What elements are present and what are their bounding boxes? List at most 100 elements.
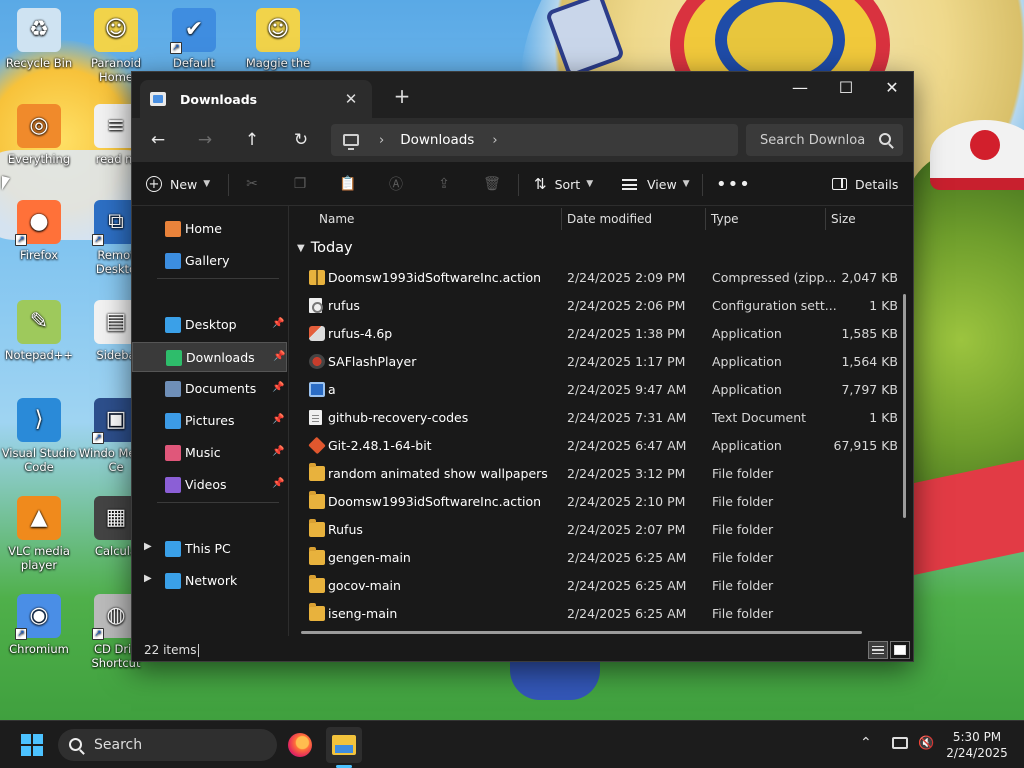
- file-row[interactable]: github-recovery-codes 2/24/2025 7:31 AM Te…: [289, 404, 901, 432]
- file-row[interactable]: iseng-main 2/24/2025 6:25 AM File folder: [289, 600, 901, 628]
- desktop-icon[interactable]: ⟩ Visual Studio Code: [0, 398, 79, 474]
- taskbar-firefox[interactable]: [282, 727, 318, 763]
- windows-logo-icon: [21, 734, 31, 744]
- file-row[interactable]: rufus 2/24/2025 2:06 PM Configuration sett…: [289, 292, 901, 320]
- new-tab-button[interactable]: +: [388, 84, 416, 108]
- desktop-icon[interactable]: ✔ ↗ Default: [154, 8, 234, 70]
- view-button[interactable]: View ▼: [622, 168, 690, 200]
- computer-icon[interactable]: [343, 134, 359, 150]
- plus-circle-icon: +: [146, 176, 162, 192]
- sidebar-item-desktop[interactable]: Desktop 📌: [132, 310, 287, 340]
- column-divider[interactable]: [825, 208, 826, 230]
- file-row[interactable]: SAFlashPlayer 2/24/2025 1:17 PM Applicatio…: [289, 348, 901, 376]
- sidebar-item-label: Videos: [185, 477, 227, 492]
- start-button[interactable]: [21, 734, 43, 756]
- search-input[interactable]: [760, 132, 870, 148]
- sidebar-item-network[interactable]: ▶ Network: [132, 566, 287, 596]
- search-icon[interactable]: [879, 133, 891, 145]
- vlc-icon: ▲: [17, 496, 61, 540]
- desktop-icon[interactable]: ◉ ↗ Chromium: [0, 594, 79, 656]
- file-type: File folder: [712, 578, 774, 593]
- file-type: File folder: [712, 606, 774, 621]
- forward-button[interactable]: →: [189, 126, 221, 154]
- breadcrumb-chevron-icon[interactable]: ›: [379, 133, 384, 148]
- sidebar-item-videos[interactable]: Videos 📌: [132, 470, 287, 500]
- new-button[interactable]: + New ▼: [146, 168, 210, 200]
- details-view-button[interactable]: [868, 641, 888, 659]
- pin-icon: 📌: [272, 318, 285, 329]
- taskbar-search[interactable]: Search: [58, 729, 277, 761]
- vertical-scrollbar[interactable]: [903, 294, 906, 518]
- firefox-icon: ● ↗: [15, 200, 61, 246]
- maximize-button[interactable]: ☐: [823, 72, 869, 102]
- file-row[interactable]: random animated show wallpapers 2/24/2025…: [289, 460, 901, 488]
- details-pane-button[interactable]: Details: [832, 168, 898, 200]
- windows-logo-icon: [21, 746, 31, 756]
- sort-button[interactable]: ⇅ Sort ▼: [534, 168, 593, 200]
- group-header-today[interactable]: ▼ Today: [297, 240, 353, 256]
- column-header-date[interactable]: Date modified: [567, 212, 652, 226]
- file-row[interactable]: Doomsw1993idSoftwareInc.action 2/24/2025 …: [289, 264, 901, 292]
- chevron-right-icon[interactable]: ▶: [144, 541, 152, 552]
- file-row[interactable]: rufus-4.6p 2/24/2025 1:38 PM Application 1,…: [289, 320, 901, 348]
- file-row[interactable]: gengen-main 2/24/2025 6:25 AM File folder: [289, 544, 901, 572]
- back-button[interactable]: ←: [142, 126, 174, 154]
- sidebar-item-music[interactable]: Music 📌: [132, 438, 287, 468]
- refresh-button[interactable]: ↻: [285, 126, 317, 154]
- search-box[interactable]: [746, 124, 903, 156]
- videos-folder-icon: [165, 477, 181, 493]
- breadcrumb-downloads[interactable]: Downloads: [400, 132, 474, 148]
- file-row[interactable]: Rufus 2/24/2025 2:07 PM File folder: [289, 516, 901, 544]
- file-row[interactable]: Doomsw1993idSoftwareInc.action 2/24/2025 …: [289, 488, 901, 516]
- rename-icon[interactable]: Ⓐ: [386, 174, 406, 194]
- desktop-icon[interactable]: ▲ VLC media player: [0, 496, 79, 572]
- file-row[interactable]: gocov-main 2/24/2025 6:25 AM File folder: [289, 572, 901, 600]
- desktop-icon[interactable]: ♻ Recycle Bin: [0, 8, 79, 70]
- column-header-name[interactable]: Name: [319, 212, 354, 226]
- column-header-type[interactable]: Type: [711, 212, 739, 226]
- sidebar-item-documents[interactable]: Documents 📌: [132, 374, 287, 404]
- column-divider[interactable]: [561, 208, 562, 230]
- sidebar-item-home[interactable]: Home: [132, 214, 287, 244]
- column-divider[interactable]: [705, 208, 706, 230]
- system-clock[interactable]: 5:30 PM 2/24/2025: [940, 729, 1014, 761]
- paste-icon[interactable]: 📋: [338, 174, 358, 194]
- file-name: gocov-main: [328, 578, 401, 593]
- up-button[interactable]: ↑: [236, 126, 268, 154]
- desktop-icon[interactable]: ● ↗ Firefox: [0, 200, 79, 262]
- chevron-right-icon[interactable]: ▶: [144, 573, 152, 584]
- sidebar-item-downloads[interactable]: Downloads 📌: [132, 342, 287, 372]
- close-window-button[interactable]: ✕: [869, 72, 915, 102]
- file-date-modified: 2/24/2025 1:17 PM: [567, 354, 686, 369]
- tab-downloads[interactable]: Downloads ✕: [140, 80, 372, 118]
- large-icons-view-button[interactable]: [890, 641, 910, 659]
- column-header-size[interactable]: Size: [831, 212, 856, 226]
- address-bar[interactable]: › Downloads ›: [331, 124, 738, 156]
- tab-close-button[interactable]: ✕: [340, 88, 362, 110]
- horizontal-scrollbar[interactable]: [301, 631, 862, 634]
- desktop-icon[interactable]: ☺ Maggie the: [238, 8, 318, 70]
- share-icon[interactable]: ⇪: [434, 174, 454, 194]
- volume-muted-icon[interactable]: 🔇: [918, 736, 934, 751]
- title-bar[interactable]: Downloads ✕ + — ☐ ✕: [132, 72, 913, 118]
- more-options-button[interactable]: •••: [716, 168, 751, 200]
- minimize-button[interactable]: —: [777, 72, 823, 102]
- sidebar-item-gallery[interactable]: Gallery: [132, 246, 287, 276]
- group-label: Today: [310, 240, 353, 256]
- file-name: rufus: [328, 298, 360, 313]
- sidebar-item-this-pc[interactable]: ▶ This PC: [132, 534, 287, 564]
- network-status-icon[interactable]: [892, 737, 908, 749]
- taskbar-file-explorer[interactable]: [326, 727, 362, 763]
- sidebar-item-pictures[interactable]: Pictures 📌: [132, 406, 287, 436]
- show-hidden-icons-chevron-icon[interactable]: ⌃: [860, 735, 872, 751]
- desktop-icon[interactable]: ◎ Everything: [0, 104, 79, 166]
- file-row[interactable]: a 2/24/2025 9:47 AM Application 7,797 KB: [289, 376, 901, 404]
- breadcrumb-chevron-icon[interactable]: ›: [492, 133, 497, 148]
- desktop-icon[interactable]: ✎ Notepad++: [0, 300, 79, 362]
- paranoid-home-icon: ☺: [94, 8, 138, 52]
- file-row[interactable]: Git-2.48.1-64-bit 2/24/2025 6:47 AM Applic…: [289, 432, 901, 460]
- delete-icon[interactable]: 🗑: [482, 174, 502, 194]
- config-file-icon: [309, 298, 323, 313]
- copy-icon[interactable]: ❐: [290, 174, 310, 194]
- cut-icon[interactable]: ✂: [242, 174, 262, 194]
